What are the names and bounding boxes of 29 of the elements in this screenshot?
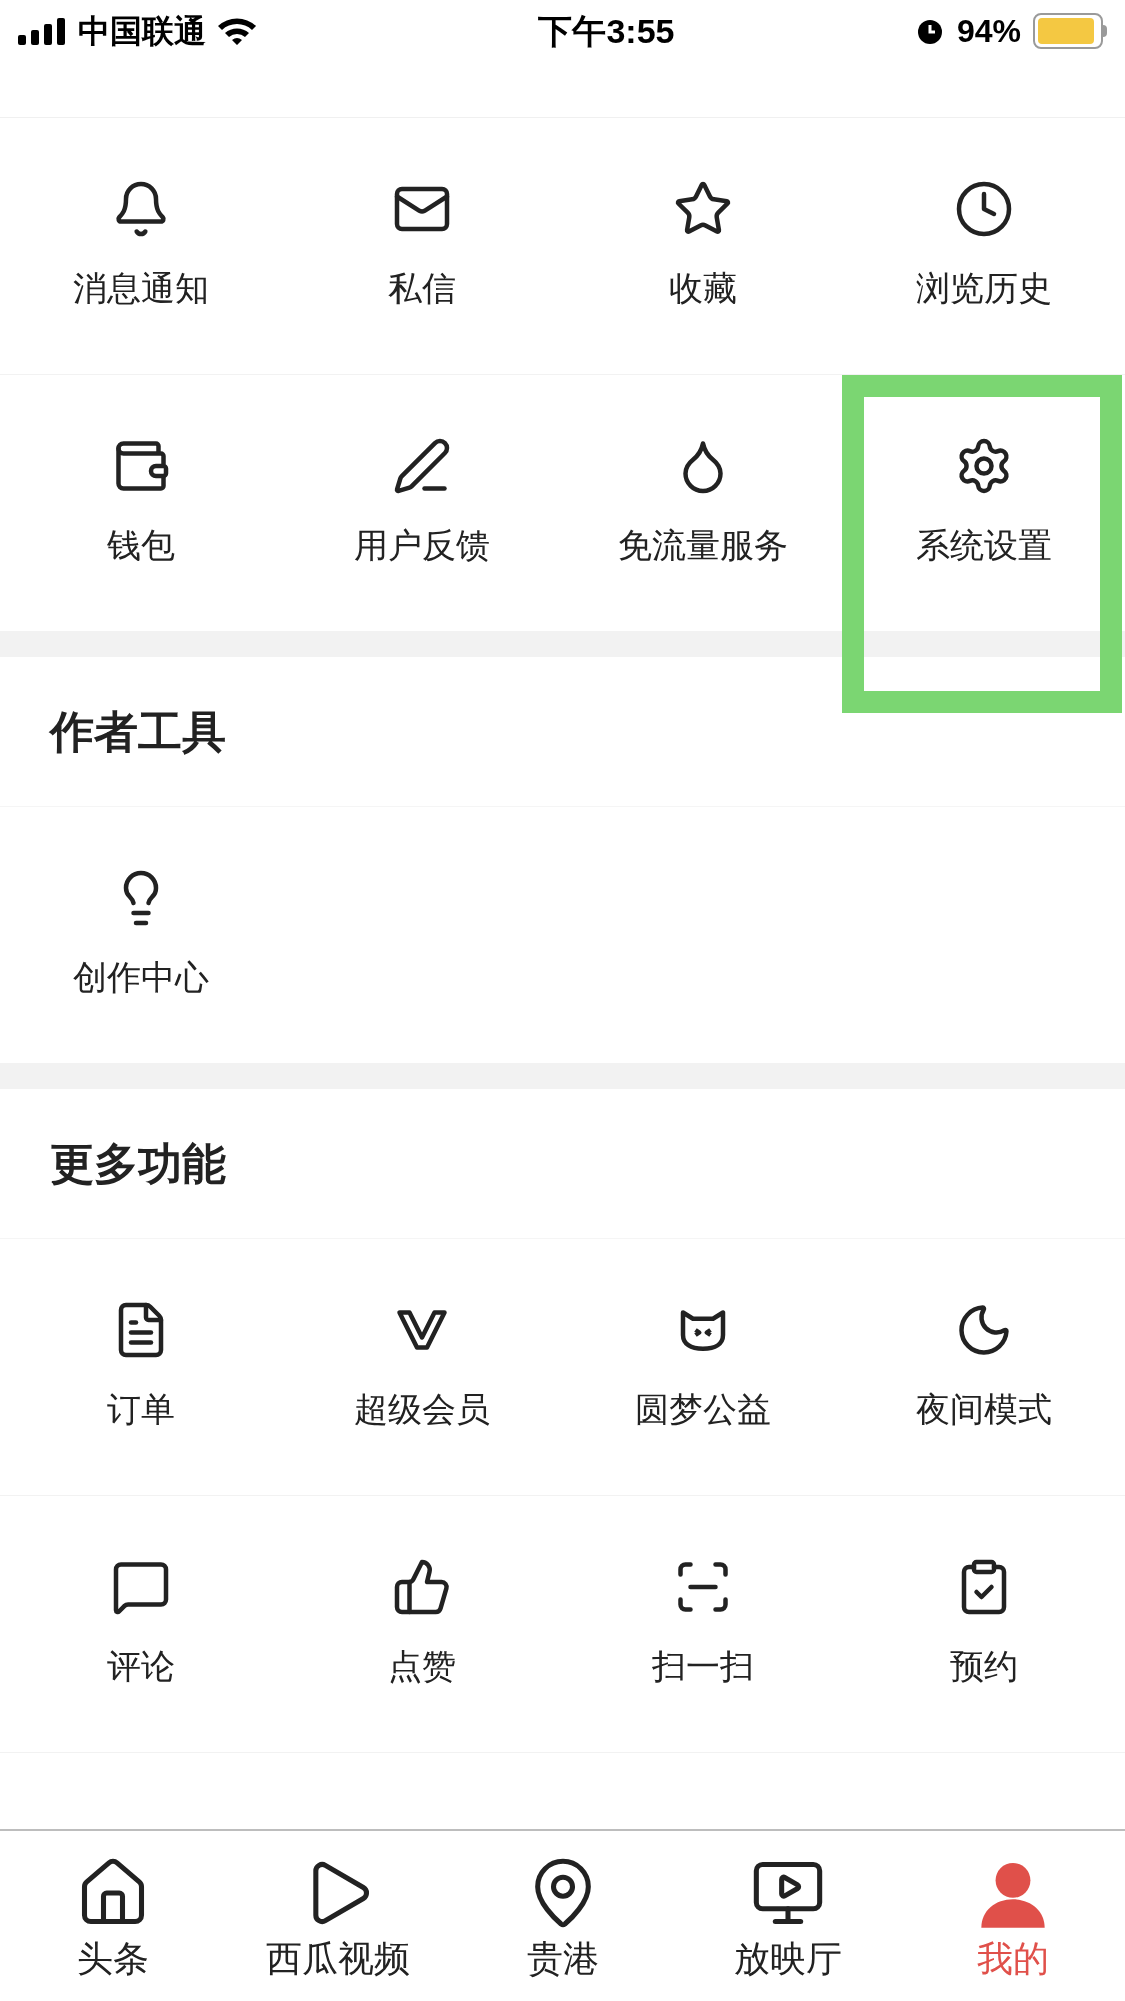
- menu-item-label[interactable]: 私信: [387, 262, 456, 314]
- menu-item-label[interactable]: 超级会员: [353, 1383, 490, 1435]
- menu-item-label[interactable]: 预约: [950, 1640, 1019, 1692]
- battery-percent: 94%: [956, 12, 1021, 51]
- menu-item-label[interactable]: 浏览历史: [916, 262, 1053, 314]
- menu-item-label[interactable]: 订单: [106, 1383, 175, 1435]
- signal-icon: [18, 17, 68, 45]
- tab-bar-item[interactable]: 头条: [0, 1831, 225, 2001]
- menu-item-label[interactable]: 点赞: [387, 1640, 456, 1692]
- tab-bar-item[interactable]: 贵港: [450, 1831, 675, 2001]
- menu-item-label[interactable]: 扫一扫: [652, 1640, 755, 1692]
- tab-bar-item[interactable]: 西瓜视频: [225, 1831, 450, 2001]
- menu-item-label[interactable]: 消息通知: [72, 262, 209, 314]
- section-title: 作者工具: [50, 705, 226, 758]
- menu-item-label[interactable]: 创作中心: [72, 951, 209, 1003]
- carrier-name: 中国联通: [78, 12, 206, 51]
- section-title: 更多功能: [50, 1137, 226, 1190]
- tab-bar-item[interactable]: 放映厅: [675, 1831, 900, 2001]
- menu-item-label[interactable]: 免流量服务: [618, 519, 789, 571]
- menu-item-label[interactable]: 圆梦公益: [635, 1383, 772, 1435]
- menu-item-label[interactable]: 用户反馈: [353, 519, 490, 571]
- menu-item-label[interactable]: 钱包: [106, 519, 175, 571]
- menu-item-label[interactable]: 夜间模式: [916, 1383, 1053, 1435]
- menu-item-label[interactable]: 评论: [106, 1640, 175, 1692]
- clock-time: 下午3:55: [538, 10, 675, 52]
- menu-item-label[interactable]: 系统设置: [916, 519, 1053, 571]
- battery-icon: [1033, 13, 1107, 49]
- menu-item-label[interactable]: 收藏: [669, 262, 738, 314]
- tab-bar-item[interactable]: 我的: [900, 1831, 1125, 2001]
